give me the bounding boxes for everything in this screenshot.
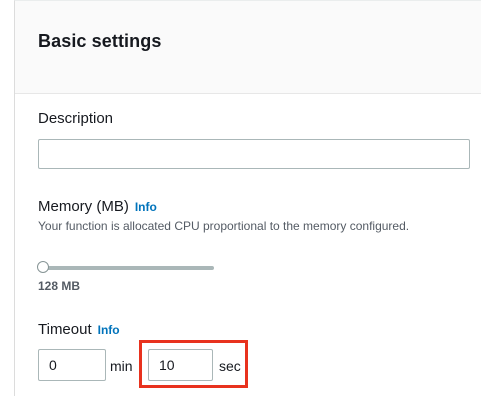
memory-hint: Your function is allocated CPU proportio… bbox=[38, 219, 410, 233]
timeout-minutes-input[interactable] bbox=[38, 349, 106, 381]
panel-header: Basic settings bbox=[15, 1, 481, 94]
memory-slider-track[interactable] bbox=[42, 266, 214, 270]
memory-value: 128 MB bbox=[38, 279, 81, 293]
memory-slider-thumb[interactable] bbox=[37, 261, 49, 273]
timeout-minutes-unit: min bbox=[110, 358, 133, 374]
description-label: Description bbox=[38, 110, 114, 127]
basic-settings-panel: Basic settings Description Memory (MB) In… bbox=[14, 0, 481, 396]
timeout-info-link[interactable]: Info bbox=[98, 323, 120, 337]
screenshot-canvas: Basic settings Description Memory (MB) In… bbox=[0, 0, 481, 396]
timeout-label-row: Timeout Info bbox=[38, 321, 120, 338]
memory-label: Memory (MB) bbox=[38, 198, 129, 215]
memory-label-row: Memory (MB) Info bbox=[38, 198, 157, 215]
timeout-seconds-unit: sec bbox=[219, 358, 241, 374]
timeout-seconds-input[interactable] bbox=[148, 349, 213, 381]
description-input[interactable] bbox=[38, 139, 470, 169]
memory-info-link[interactable]: Info bbox=[135, 200, 157, 214]
timeout-label: Timeout bbox=[38, 321, 92, 338]
panel-title: Basic settings bbox=[38, 31, 162, 51]
